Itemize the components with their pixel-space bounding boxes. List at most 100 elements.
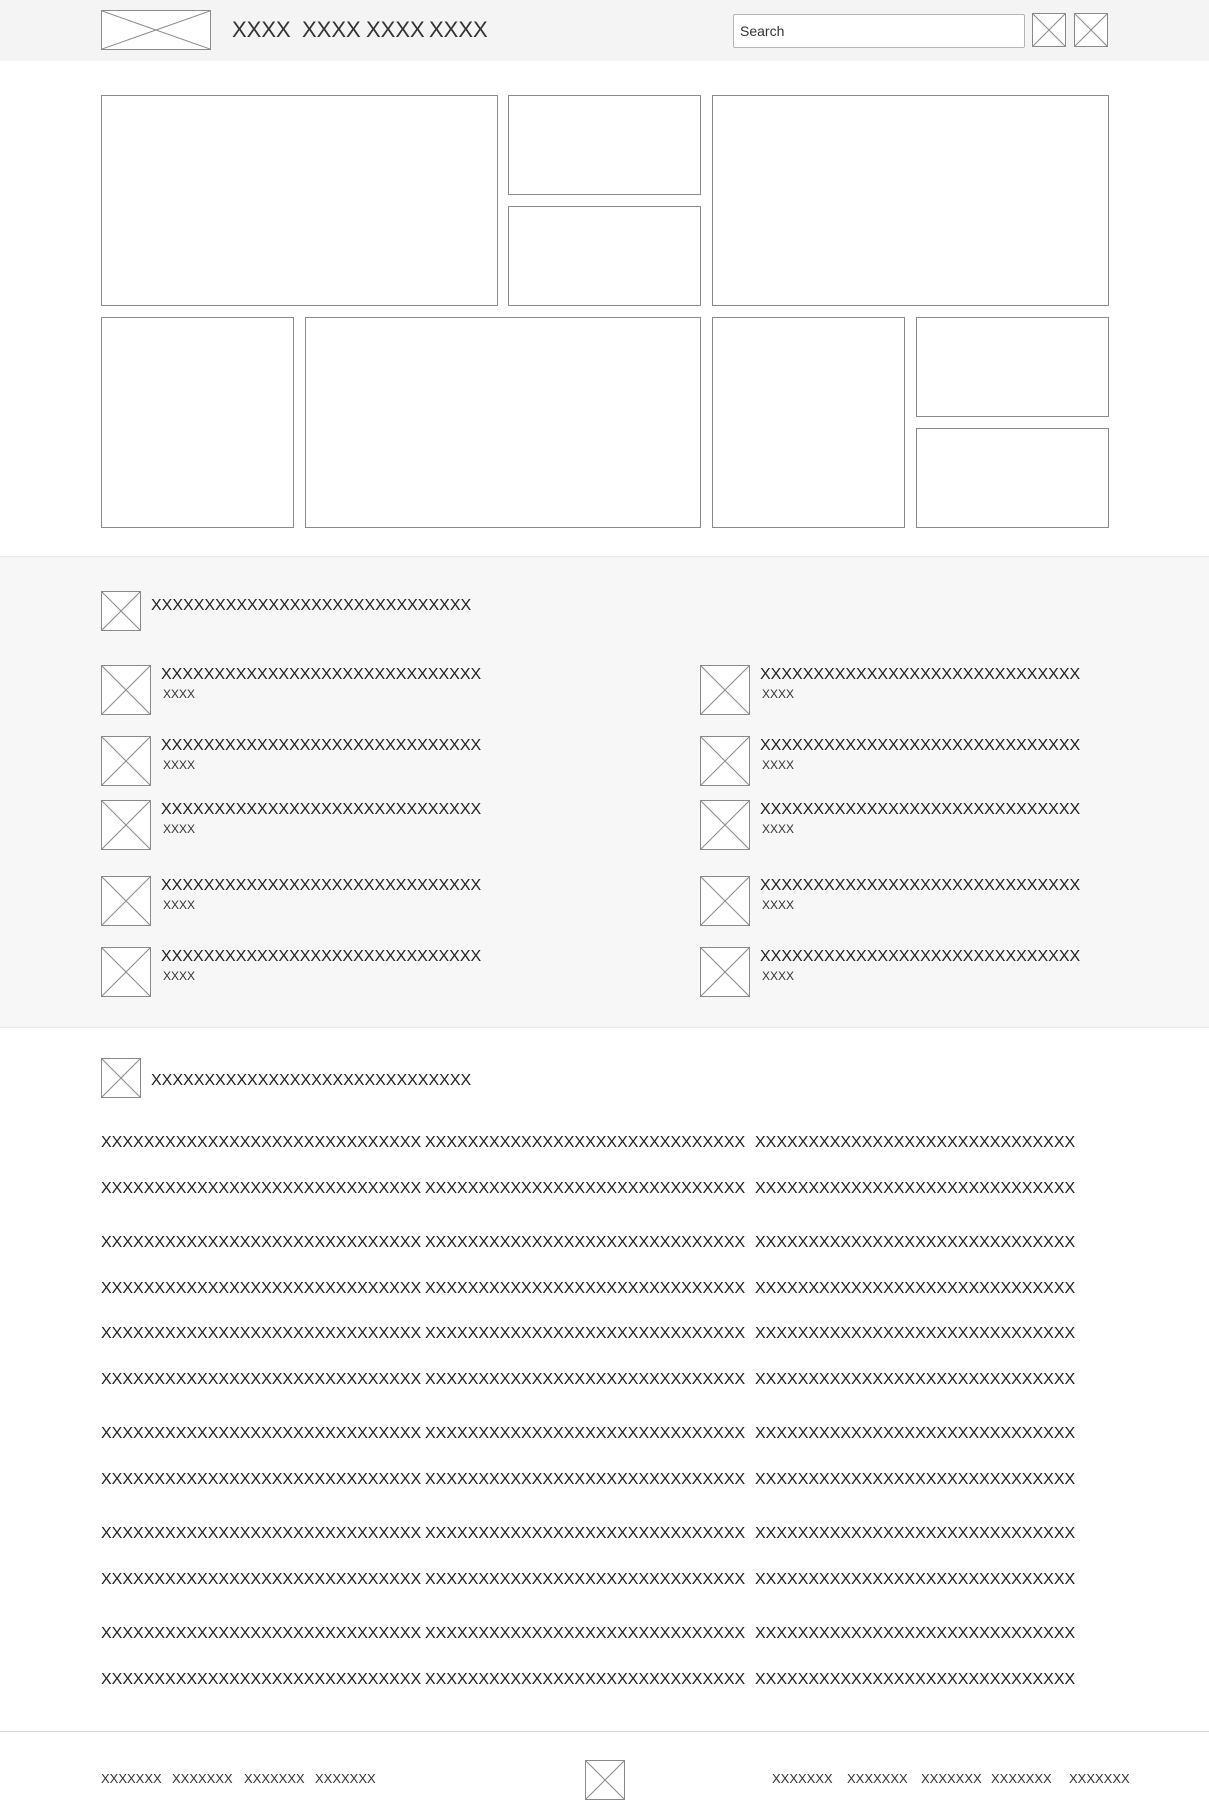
header-action-2-icon[interactable] [1074,13,1108,47]
footer-link-right-5[interactable]: XXXXXXX [1069,1771,1130,1787]
directory-link[interactable]: XXXXXXXXXXXXXXXXXXXXXXXXXXXXXX [755,1133,1075,1153]
directory-link[interactable]: XXXXXXXXXXXXXXXXXXXXXXXXXXXXXX [101,1570,421,1590]
item-thumbnail-icon [700,665,750,715]
directory-link[interactable]: XXXXXXXXXXXXXXXXXXXXXXXXXXXXXX [101,1324,421,1344]
hero-tile-3[interactable] [508,206,701,306]
directory-link[interactable]: XXXXXXXXXXXXXXXXXXXXXXXXXXXXXX [755,1624,1075,1644]
footer-link-left-2[interactable]: XXXXXXX [172,1771,233,1787]
list-item[interactable]: XXXXXXXXXXXXXXXXXXXXXXXXXXXXXX XXXX [700,736,1120,786]
featured-section-icon [101,591,141,631]
directory-link[interactable]: XXXXXXXXXXXXXXXXXXXXXXXXXXXXXX [101,1670,421,1690]
item-thumbnail-icon [101,876,151,926]
item-title: XXXXXXXXXXXXXXXXXXXXXXXXXXXXXX [760,948,1081,965]
directory-link[interactable]: XXXXXXXXXXXXXXXXXXXXXXXXXXXXXX [755,1233,1075,1253]
item-thumbnail-icon [700,876,750,926]
hero-tile-4[interactable] [712,95,1109,306]
list-item[interactable]: XXXXXXXXXXXXXXXXXXXXXXXXXXXXXX XXXX [700,665,1120,715]
footer-link-left-4[interactable]: XXXXXXX [315,1771,376,1787]
directory-section-icon [101,1058,141,1098]
directory-link[interactable]: XXXXXXXXXXXXXXXXXXXXXXXXXXXXXX [425,1670,745,1690]
directory-link[interactable]: XXXXXXXXXXXXXXXXXXXXXXXXXXXXXX [425,1524,745,1544]
directory-link[interactable]: XXXXXXXXXXXXXXXXXXXXXXXXXXXXXX [425,1624,745,1644]
hero-tile-2[interactable] [508,95,701,195]
directory-link[interactable]: XXXXXXXXXXXXXXXXXXXXXXXXXXXXXX [425,1470,745,1490]
directory-link[interactable]: XXXXXXXXXXXXXXXXXXXXXXXXXXXXXX [101,1233,421,1253]
directory-link[interactable]: XXXXXXXXXXXXXXXXXXXXXXXXXXXXXX [425,1370,745,1390]
list-item[interactable]: XXXXXXXXXXXXXXXXXXXXXXXXXXXXXX XXXX [101,876,521,926]
footer-logo-icon[interactable] [585,1760,625,1800]
nav-link-4[interactable]: XXXX [429,16,488,44]
item-meta: XXXX [762,758,795,772]
list-item[interactable]: XXXXXXXXXXXXXXXXXXXXXXXXXXXXXX XXXX [101,736,521,786]
item-title: XXXXXXXXXXXXXXXXXXXXXXXXXXXXXX [161,666,482,683]
directory-link[interactable]: XXXXXXXXXXXXXXXXXXXXXXXXXXXXXX [755,1179,1075,1199]
hero-tile-1[interactable] [101,95,498,306]
nav-link-3[interactable]: XXXX [366,16,425,44]
item-thumbnail-icon [101,800,151,850]
footer-link-right-2[interactable]: XXXXXXX [847,1771,908,1787]
item-thumbnail-icon [700,947,750,997]
directory-link[interactable]: XXXXXXXXXXXXXXXXXXXXXXXXXXXXXX [755,1524,1075,1544]
item-title: XXXXXXXXXXXXXXXXXXXXXXXXXXXXXX [161,737,482,754]
item-thumbnail-icon [101,947,151,997]
directory-link[interactable]: XXXXXXXXXXXXXXXXXXXXXXXXXXXXXX [101,1370,421,1390]
nav-link-2[interactable]: XXXX [302,16,361,44]
directory-link[interactable]: XXXXXXXXXXXXXXXXXXXXXXXXXXXXXX [425,1324,745,1344]
footer-link-left-1[interactable]: XXXXXXX [101,1771,162,1787]
directory-link[interactable]: XXXXXXXXXXXXXXXXXXXXXXXXXXXXXX [755,1470,1075,1490]
directory-link[interactable]: XXXXXXXXXXXXXXXXXXXXXXXXXXXXXX [755,1670,1075,1690]
directory-link[interactable]: XXXXXXXXXXXXXXXXXXXXXXXXXXXXXX [101,1424,421,1444]
directory-link[interactable]: XXXXXXXXXXXXXXXXXXXXXXXXXXXXXX [425,1570,745,1590]
directory-link[interactable]: XXXXXXXXXXXXXXXXXXXXXXXXXXXXXX [755,1279,1075,1299]
directory-link[interactable]: XXXXXXXXXXXXXXXXXXXXXXXXXXXXXX [425,1179,745,1199]
search-input[interactable] [733,14,1025,48]
footer-link-right-1[interactable]: XXXXXXX [772,1771,833,1787]
list-item[interactable]: XXXXXXXXXXXXXXXXXXXXXXXXXXXXXX XXXX [101,665,521,715]
directory-link[interactable]: XXXXXXXXXXXXXXXXXXXXXXXXXXXXXX [101,1624,421,1644]
directory-link[interactable]: XXXXXXXXXXXXXXXXXXXXXXXXXXXXXX [101,1179,421,1199]
list-item[interactable]: XXXXXXXXXXXXXXXXXXXXXXXXXXXXXX XXXX [700,876,1120,926]
footer-link-right-3[interactable]: XXXXXXX [921,1771,982,1787]
directory-link[interactable]: XXXXXXXXXXXXXXXXXXXXXXXXXXXXXX [425,1424,745,1444]
directory-link[interactable]: XXXXXXXXXXXXXXXXXXXXXXXXXXXXXX [425,1133,745,1153]
item-meta: XXXX [163,898,196,912]
list-item[interactable]: XXXXXXXXXXXXXXXXXXXXXXXXXXXXXX XXXX [101,800,521,850]
hero-tile-7[interactable] [712,317,905,528]
directory-link[interactable]: XXXXXXXXXXXXXXXXXXXXXXXXXXXXXX [101,1133,421,1153]
item-meta: XXXX [163,969,196,983]
footer-divider [0,1731,1209,1732]
footer-link-left-3[interactable]: XXXXXXX [244,1771,305,1787]
item-title: XXXXXXXXXXXXXXXXXXXXXXXXXXXXXX [161,877,482,894]
directory-link[interactable]: XXXXXXXXXXXXXXXXXXXXXXXXXXXXXX [101,1524,421,1544]
hero-tile-8[interactable] [916,317,1109,417]
list-item[interactable]: XXXXXXXXXXXXXXXXXXXXXXXXXXXXXX XXXX [700,947,1120,997]
item-thumbnail-icon [700,800,750,850]
footer-link-right-4[interactable]: XXXXXXX [991,1771,1052,1787]
item-title: XXXXXXXXXXXXXXXXXXXXXXXXXXXXXX [760,877,1081,894]
item-title: XXXXXXXXXXXXXXXXXXXXXXXXXXXXXX [161,801,482,818]
directory-link[interactable]: XXXXXXXXXXXXXXXXXXXXXXXXXXXXXX [101,1279,421,1299]
directory-link[interactable]: XXXXXXXXXXXXXXXXXXXXXXXXXXXXXX [425,1279,745,1299]
item-title: XXXXXXXXXXXXXXXXXXXXXXXXXXXXXX [760,666,1081,683]
directory-link[interactable]: XXXXXXXXXXXXXXXXXXXXXXXXXXXXXX [755,1324,1075,1344]
header-action-1-icon[interactable] [1032,13,1066,47]
directory-link[interactable]: XXXXXXXXXXXXXXXXXXXXXXXXXXXXXX [425,1233,745,1253]
list-item[interactable]: XXXXXXXXXXXXXXXXXXXXXXXXXXXXXX XXXX [101,947,521,997]
item-meta: XXXX [163,687,196,701]
directory-link[interactable]: XXXXXXXXXXXXXXXXXXXXXXXXXXXXXX [101,1470,421,1490]
item-thumbnail-icon [700,736,750,786]
item-title: XXXXXXXXXXXXXXXXXXXXXXXXXXXXXX [161,948,482,965]
directory-link[interactable]: XXXXXXXXXXXXXXXXXXXXXXXXXXXXXX [755,1570,1075,1590]
list-item[interactable]: XXXXXXXXXXXXXXXXXXXXXXXXXXXXXX XXXX [700,800,1120,850]
item-meta: XXXX [163,758,196,772]
item-thumbnail-icon [101,736,151,786]
hero-tile-5[interactable] [101,317,294,528]
directory-section-heading: XXXXXXXXXXXXXXXXXXXXXXXXXXXXXX [151,1072,472,1089]
hero-tile-6[interactable] [305,317,701,528]
directory-link[interactable]: XXXXXXXXXXXXXXXXXXXXXXXXXXXXXX [755,1370,1075,1390]
logo-placeholder-icon[interactable] [101,10,211,50]
directory-link[interactable]: XXXXXXXXXXXXXXXXXXXXXXXXXXXXXX [755,1424,1075,1444]
hero-tile-9[interactable] [916,428,1109,528]
item-title: XXXXXXXXXXXXXXXXXXXXXXXXXXXXXX [760,737,1081,754]
nav-link-1[interactable]: XXXX [232,16,291,44]
